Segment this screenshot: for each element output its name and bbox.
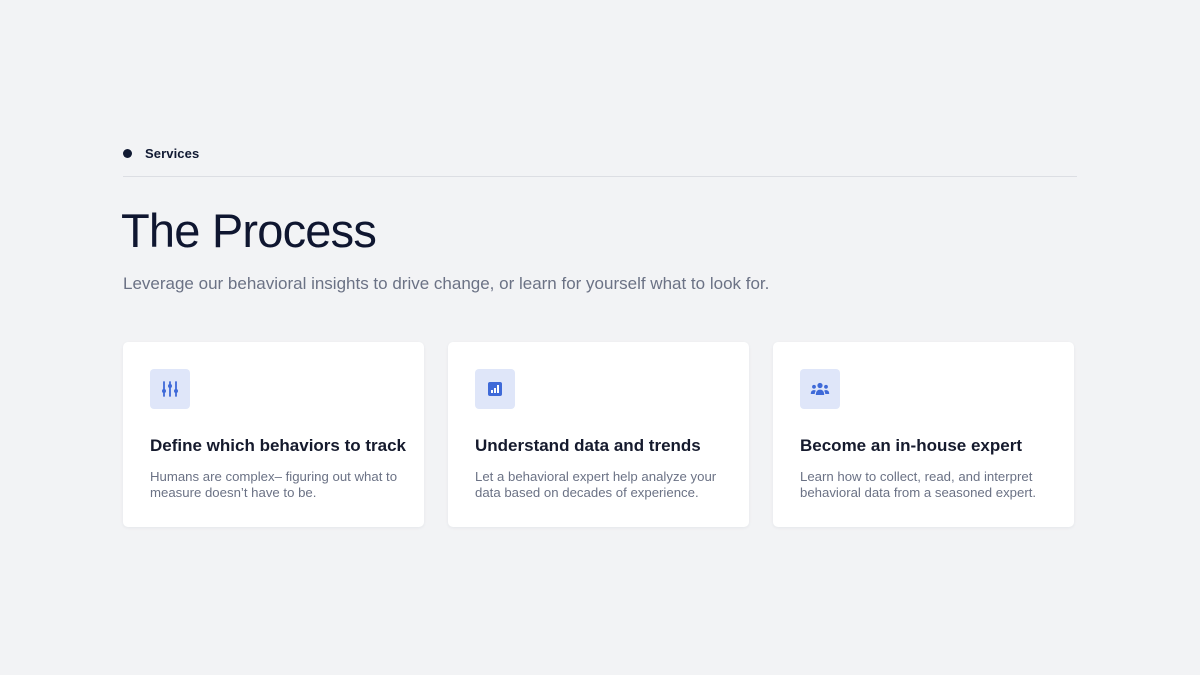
bar-chart-icon bbox=[475, 369, 515, 409]
bullet-dot-icon bbox=[123, 148, 132, 158]
service-card-expert: Become an in-house expert Learn how to c… bbox=[773, 342, 1074, 527]
page-subtitle: Leverage our behavioral insights to driv… bbox=[123, 274, 770, 293]
eyebrow-label: Services bbox=[145, 145, 200, 161]
card-description: Humans are complex– figuring out what to… bbox=[150, 469, 398, 500]
service-card-understand: Understand data and trends Let a behavio… bbox=[448, 342, 749, 527]
sliders-icon bbox=[150, 369, 190, 409]
card-description: Let a behavioral expert help analyze you… bbox=[475, 469, 717, 500]
page-title: The Process bbox=[121, 204, 377, 257]
service-card-define: Define which behaviors to track Humans a… bbox=[123, 342, 424, 527]
divider bbox=[123, 176, 1077, 177]
card-title: Define which behaviors to track bbox=[150, 436, 407, 455]
card-description: Learn how to collect, read, and interpre… bbox=[800, 469, 1037, 500]
service-cards: Define which behaviors to track Humans a… bbox=[123, 342, 1074, 527]
card-title: Understand data and trends bbox=[475, 436, 701, 455]
users-icon bbox=[800, 369, 840, 409]
section-eyebrow: Services bbox=[123, 144, 199, 162]
card-title: Become an in-house expert bbox=[800, 436, 1023, 455]
